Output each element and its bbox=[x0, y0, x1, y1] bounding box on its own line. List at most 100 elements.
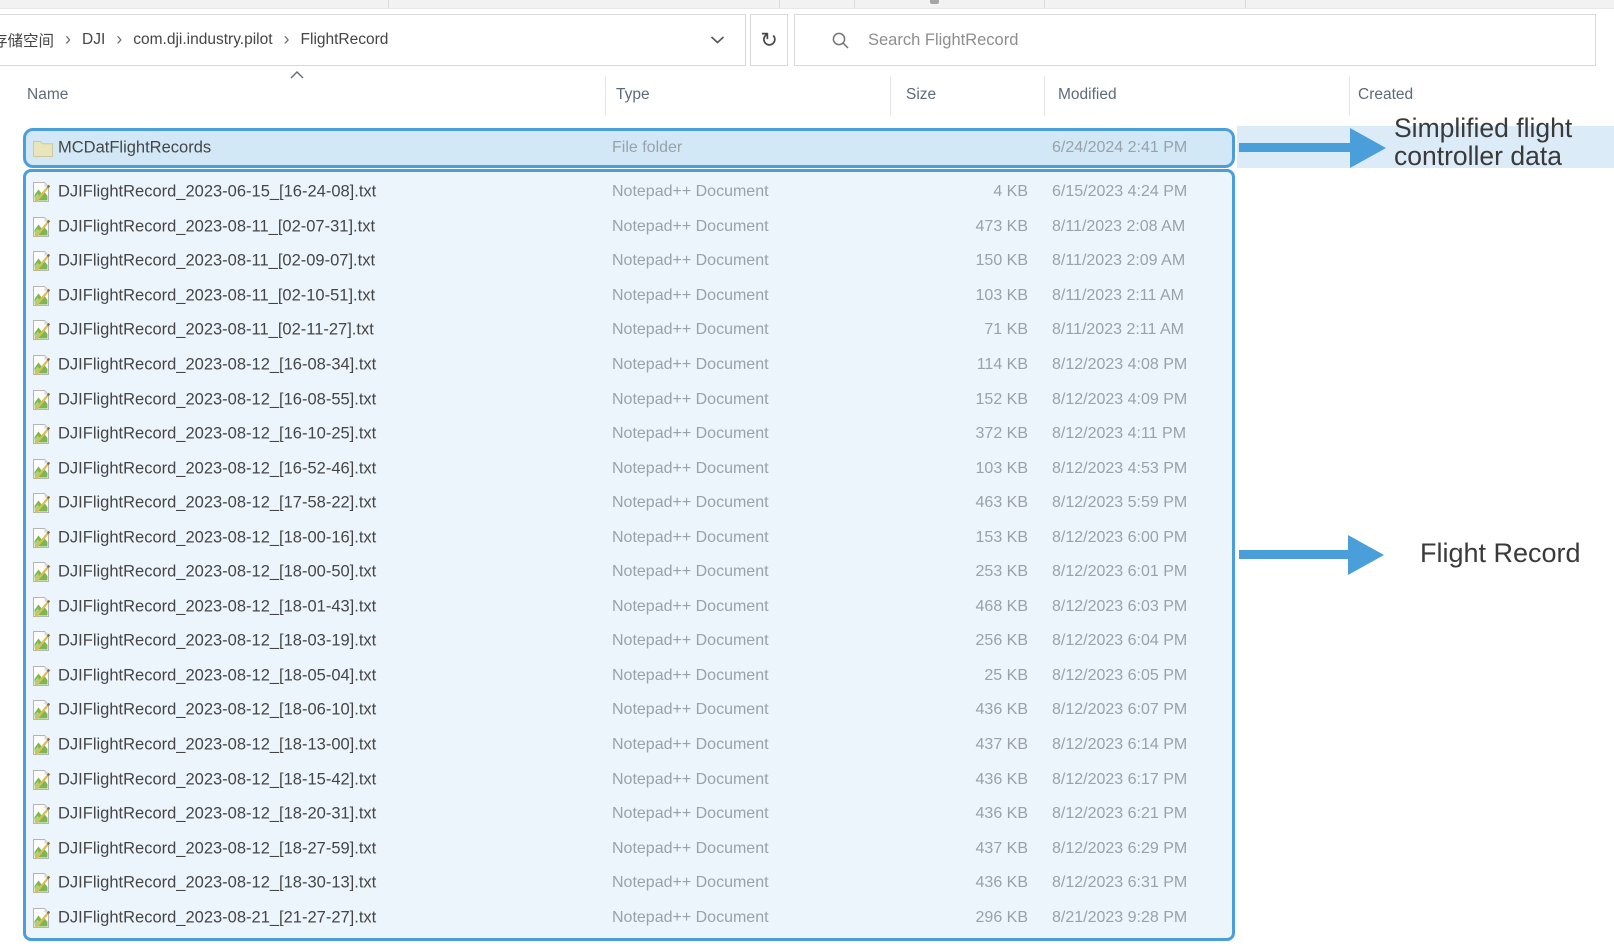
folder-type: File folder bbox=[612, 139, 682, 157]
notepadpp-file-icon bbox=[32, 458, 51, 480]
file-modified: 8/12/2023 6:00 PM bbox=[1052, 529, 1187, 547]
file-row[interactable]: DJIFlightRecord_2023-08-12_[18-27-59].tx… bbox=[26, 831, 1232, 866]
file-type: Notepad++ Document bbox=[612, 771, 769, 789]
file-name: DJIFlightRecord_2023-08-12_[18-13-00].tx… bbox=[58, 736, 376, 755]
file-row[interactable]: DJIFlightRecord_2023-08-12_[18-00-16].tx… bbox=[26, 520, 1232, 555]
file-type: Notepad++ Document bbox=[612, 909, 769, 927]
file-type: Notepad++ Document bbox=[612, 252, 769, 270]
notepadpp-file-icon bbox=[32, 734, 51, 756]
file-modified: 8/12/2023 6:01 PM bbox=[1052, 563, 1187, 581]
file-type: Notepad++ Document bbox=[612, 701, 769, 719]
file-type: Notepad++ Document bbox=[612, 840, 769, 858]
file-row[interactable]: DJIFlightRecord_2023-08-12_[18-05-04].tx… bbox=[26, 659, 1232, 694]
file-modified: 8/12/2023 6:17 PM bbox=[1052, 771, 1187, 789]
notepadpp-file-icon bbox=[32, 596, 51, 618]
column-header-type[interactable]: Type bbox=[616, 86, 650, 104]
file-type: Notepad++ Document bbox=[612, 321, 769, 339]
file-size: 436 KB bbox=[872, 805, 1028, 823]
refresh-button[interactable]: ↻ bbox=[750, 14, 788, 66]
file-name: DJIFlightRecord_2023-08-12_[18-15-42].tx… bbox=[58, 770, 376, 789]
file-type: Notepad++ Document bbox=[612, 598, 769, 616]
chevron-right-icon: › bbox=[284, 30, 290, 48]
notepadpp-file-icon bbox=[32, 699, 51, 721]
file-row[interactable]: DJIFlightRecord_2023-08-12_[16-52-46].tx… bbox=[26, 451, 1232, 486]
file-type: Notepad++ Document bbox=[612, 805, 769, 823]
file-row[interactable]: DJIFlightRecord_2023-06-15_[16-24-08].tx… bbox=[26, 175, 1232, 210]
file-size: 473 KB bbox=[872, 218, 1028, 236]
file-name: DJIFlightRecord_2023-08-11_[02-09-07].tx… bbox=[58, 252, 375, 271]
file-type: Notepad++ Document bbox=[612, 494, 769, 512]
file-type: Notepad++ Document bbox=[612, 667, 769, 685]
notepadpp-file-icon bbox=[32, 630, 51, 652]
file-name: DJIFlightRecord_2023-08-11_[02-07-31].tx… bbox=[58, 217, 375, 236]
column-header-modified[interactable]: Modified bbox=[1058, 86, 1117, 104]
file-modified: 8/12/2023 6:14 PM bbox=[1052, 736, 1187, 754]
file-name: DJIFlightRecord_2023-08-12_[17-58-22].tx… bbox=[58, 494, 376, 513]
sort-ascending-icon[interactable] bbox=[290, 71, 304, 79]
file-size: 114 KB bbox=[872, 356, 1028, 374]
notepadpp-file-icon bbox=[32, 319, 51, 341]
file-name: DJIFlightRecord_2023-08-12_[18-00-16].tx… bbox=[58, 528, 376, 547]
file-modified: 8/21/2023 9:28 PM bbox=[1052, 909, 1187, 927]
file-row[interactable]: DJIFlightRecord_2023-08-12_[16-10-25].tx… bbox=[26, 417, 1232, 452]
column-divider[interactable] bbox=[605, 76, 606, 116]
file-name: DJIFlightRecord_2023-08-12_[16-08-55].tx… bbox=[58, 390, 376, 409]
column-header-created[interactable]: Created bbox=[1358, 86, 1413, 104]
file-size: 152 KB bbox=[872, 391, 1028, 409]
column-header-name[interactable]: Name bbox=[27, 86, 68, 104]
address-bar[interactable]: 存储空间 › DJI › com.dji.industry.pilot › Fl… bbox=[0, 14, 746, 66]
file-row[interactable]: DJIFlightRecord_2023-08-11_[02-10-51].tx… bbox=[26, 279, 1232, 314]
chevron-down-icon[interactable] bbox=[710, 36, 725, 45]
file-name: DJIFlightRecord_2023-08-11_[02-10-51].tx… bbox=[58, 286, 375, 305]
file-row[interactable]: DJIFlightRecord_2023-08-12_[18-00-50].tx… bbox=[26, 555, 1232, 590]
file-row[interactable]: DJIFlightRecord_2023-08-12_[18-06-10].tx… bbox=[26, 693, 1232, 728]
file-row[interactable]: DJIFlightRecord_2023-08-12_[18-20-31].tx… bbox=[26, 797, 1232, 832]
breadcrumb-item-storage[interactable]: 存储空间 bbox=[0, 29, 54, 51]
file-modified: 8/12/2023 6:29 PM bbox=[1052, 840, 1187, 858]
file-row[interactable]: DJIFlightRecord_2023-08-21_[21-27-27].tx… bbox=[26, 900, 1232, 935]
file-row[interactable]: DJIFlightRecord_2023-08-12_[18-03-19].tx… bbox=[26, 624, 1232, 659]
folder-row-mcdatflightrecords[interactable]: MCDatFlightRecords File folder 6/24/2024… bbox=[23, 128, 1235, 168]
file-row[interactable]: DJIFlightRecord_2023-08-12_[17-58-22].tx… bbox=[26, 486, 1232, 521]
file-modified: 6/15/2023 4:24 PM bbox=[1052, 183, 1187, 201]
file-type: Notepad++ Document bbox=[612, 391, 769, 409]
breadcrumb-item-industry-pilot[interactable]: com.dji.industry.pilot bbox=[133, 31, 272, 49]
file-row[interactable]: DJIFlightRecord_2023-08-12_[18-30-13].tx… bbox=[26, 866, 1232, 901]
file-name: DJIFlightRecord_2023-08-11_[02-11-27].tx… bbox=[58, 321, 374, 340]
file-row[interactable]: DJIFlightRecord_2023-08-12_[18-13-00].tx… bbox=[26, 728, 1232, 763]
column-divider[interactable] bbox=[1044, 76, 1045, 116]
file-name: DJIFlightRecord_2023-08-12_[18-00-50].tx… bbox=[58, 563, 376, 582]
file-name: DJIFlightRecord_2023-08-12_[18-30-13].tx… bbox=[58, 874, 376, 893]
file-size: 436 KB bbox=[872, 701, 1028, 719]
file-row[interactable]: DJIFlightRecord_2023-08-12_[18-15-42].tx… bbox=[26, 762, 1232, 797]
file-size: 150 KB bbox=[872, 252, 1028, 270]
file-name: DJIFlightRecord_2023-08-12_[16-10-25].tx… bbox=[58, 425, 376, 444]
file-size: 25 KB bbox=[872, 667, 1028, 685]
notepadpp-file-icon bbox=[32, 665, 51, 687]
file-row[interactable]: DJIFlightRecord_2023-08-11_[02-07-31].tx… bbox=[26, 210, 1232, 245]
column-divider[interactable] bbox=[890, 76, 891, 116]
file-row[interactable]: DJIFlightRecord_2023-08-12_[18-01-43].tx… bbox=[26, 590, 1232, 625]
file-row[interactable]: DJIFlightRecord_2023-08-12_[16-08-34].tx… bbox=[26, 348, 1232, 383]
file-modified: 8/12/2023 6:03 PM bbox=[1052, 598, 1187, 616]
breadcrumb: 存储空间 › DJI › com.dji.industry.pilot › Fl… bbox=[0, 29, 388, 51]
file-type: Notepad++ Document bbox=[612, 529, 769, 547]
notepadpp-file-icon bbox=[32, 561, 51, 583]
file-name: DJIFlightRecord_2023-08-12_[18-06-10].tx… bbox=[58, 701, 376, 720]
search-input[interactable] bbox=[866, 30, 1595, 51]
file-row[interactable]: DJIFlightRecord_2023-08-11_[02-11-27].tx… bbox=[26, 313, 1232, 348]
file-modified: 8/12/2023 5:59 PM bbox=[1052, 494, 1187, 512]
breadcrumb-item-dji[interactable]: DJI bbox=[82, 31, 105, 49]
file-size: 436 KB bbox=[872, 874, 1028, 892]
file-size: 372 KB bbox=[872, 425, 1028, 443]
column-divider[interactable] bbox=[1349, 76, 1350, 116]
file-modified: 8/12/2023 6:07 PM bbox=[1052, 701, 1187, 719]
breadcrumb-item-flightrecord[interactable]: FlightRecord bbox=[301, 31, 389, 49]
file-row[interactable]: DJIFlightRecord_2023-08-12_[16-08-55].tx… bbox=[26, 382, 1232, 417]
toolbar-glyph-fragment bbox=[930, 0, 939, 4]
search-icon bbox=[831, 31, 850, 50]
file-modified: 8/12/2023 6:21 PM bbox=[1052, 805, 1187, 823]
file-row[interactable]: DJIFlightRecord_2023-08-11_[02-09-07].tx… bbox=[26, 244, 1232, 279]
search-box[interactable] bbox=[794, 14, 1596, 66]
column-header-size[interactable]: Size bbox=[906, 86, 936, 104]
